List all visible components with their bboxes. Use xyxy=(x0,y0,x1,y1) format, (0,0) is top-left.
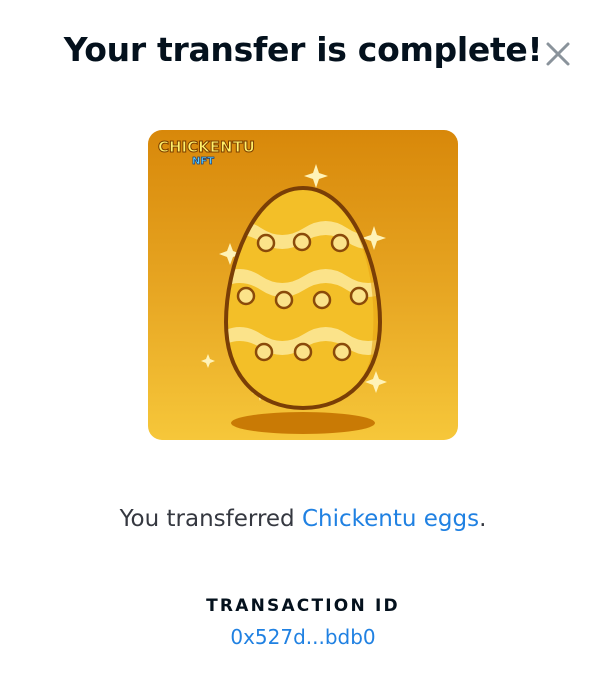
transaction-id-label: TRANSACTION ID xyxy=(206,596,400,616)
message-prefix: You transferred xyxy=(119,506,302,532)
logo-line1: CHICKENTU xyxy=(158,138,255,156)
close-icon xyxy=(546,42,570,66)
message-suffix: . xyxy=(479,506,487,532)
egg-shadow xyxy=(231,412,375,434)
transfer-complete-modal: Your transfer is complete! CHICKENTU NFT… xyxy=(0,0,606,680)
transaction-id-link[interactable]: 0x527d...bdb0 xyxy=(0,625,606,649)
logo-line2: NFT xyxy=(192,156,214,167)
collection-link[interactable]: Chickentu eggs xyxy=(302,506,479,532)
close-button[interactable] xyxy=(540,36,576,72)
transfer-message: You transferred Chickentu eggs. xyxy=(0,506,606,532)
nft-image: CHICKENTU NFT xyxy=(148,130,458,440)
modal-title: Your transfer is complete! xyxy=(63,30,543,69)
